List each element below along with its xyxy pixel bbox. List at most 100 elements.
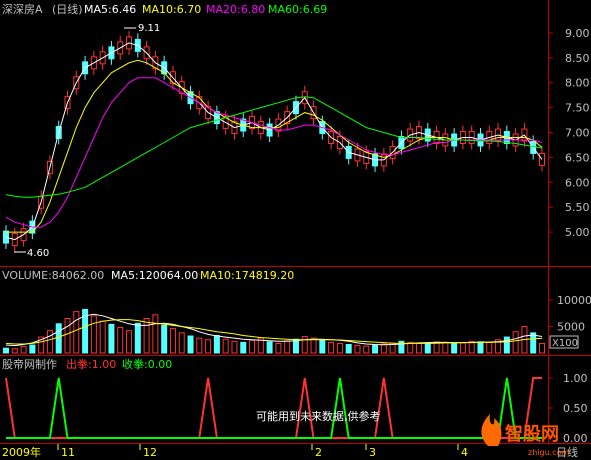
volume-bar: [231, 340, 238, 354]
volume-bar: [512, 331, 519, 354]
volume-bar: [336, 342, 343, 354]
frame: [0, 0, 591, 444]
volume-bar: [143, 318, 150, 354]
price-tick-label: 7.00: [565, 127, 590, 140]
volume-bar: [152, 314, 159, 354]
volume-bar: [266, 341, 273, 354]
period-label: (日线): [52, 2, 83, 16]
price-tick-label: 5.00: [565, 226, 590, 239]
stock-chart: 9.00 8.50 8.00 7.50 7.00 6.50 6.00 5.50 5.00 100…: [0, 0, 591, 459]
x-axis-month-label: 11: [61, 446, 75, 459]
volume-bar: [319, 339, 326, 354]
volume-bar: [539, 342, 545, 354]
volume-bar: [46, 330, 53, 354]
volume-bar: [275, 342, 282, 354]
ma60-label: MA60:6.69: [268, 3, 327, 16]
stock-name: 深深房A: [2, 3, 43, 16]
low-price-label: 4.60: [27, 248, 49, 259]
x-axis-year: 2009年: [2, 445, 41, 459]
volume-bar: [310, 337, 317, 354]
volume-bar: [3, 347, 9, 354]
volume-panel: 10000 5000: [3, 294, 591, 354]
high-price-label: 9.11: [138, 23, 160, 34]
price-tick-label: 6.00: [565, 176, 590, 189]
x-axis-month-label: 12: [143, 446, 157, 459]
ma-line-ma60: [5, 96, 543, 198]
volume-bar: [424, 342, 431, 354]
ma10-label: MA10:6.70: [142, 3, 201, 16]
price-panel: 9.00 8.50 8.00 7.50 7.00 6.50 6.00 5.50 5.00: [3, 27, 590, 252]
indicator-back-label: 收拳:0.00: [122, 357, 172, 371]
indicator-line-1: [6, 377, 542, 439]
volume-bar: [451, 342, 458, 354]
ma-line-ma10: [6, 59, 543, 233]
price-tick-label: 8.50: [565, 52, 590, 65]
volume-bar: [196, 337, 203, 354]
volume-bar: [222, 338, 229, 354]
volume-bar: [372, 344, 379, 354]
volume-bar: [64, 318, 71, 354]
volume-bar: [55, 323, 62, 354]
volume-bar: [503, 336, 510, 354]
volume-bar: [477, 341, 484, 354]
volume-bar: [415, 342, 422, 354]
volume-bar: [99, 320, 106, 354]
volume-bar: [11, 348, 18, 354]
volume-bar: [486, 341, 493, 354]
volume-bar: [442, 341, 449, 354]
volume-bar: [126, 330, 133, 354]
candle-body: [539, 152, 545, 166]
volume-bar: [205, 339, 212, 354]
volume-tick-label: 5000: [557, 320, 585, 333]
indicator-line-0: [5, 377, 542, 439]
indicator-tick-label: 0.50: [563, 402, 588, 415]
volume-scale-label: X100: [552, 338, 578, 349]
volume-bar: [117, 327, 124, 354]
watermark-url: zhigu.com: [528, 448, 569, 457]
indicator-tick-label: 0.00: [563, 432, 588, 445]
price-tick-label: 9.00: [565, 27, 590, 40]
volume-bar: [301, 336, 308, 354]
flame-logo-icon: [481, 414, 502, 446]
x-axis-months: 11 12 2 3 4: [57, 444, 468, 459]
volume-bar: [363, 345, 370, 354]
ma5-label: MA5:6.46: [84, 3, 136, 16]
volume-bar: [20, 346, 27, 354]
volume-bar: [134, 322, 141, 354]
x-axis-month-label: 4: [461, 446, 468, 459]
indicator-out-label: 出拳:1.00: [66, 357, 116, 371]
volume-bar: [213, 334, 220, 354]
price-tick-label: 7.50: [565, 102, 590, 115]
volume-bar: [178, 332, 185, 354]
volume-tick-label: 10000: [557, 294, 591, 307]
volume-ma5-label: MA5:120064.00: [111, 269, 198, 282]
price-tick-label: 6.50: [565, 151, 590, 164]
x-axis-month-label: 3: [369, 446, 376, 459]
x-axis-month-label: 2: [315, 446, 322, 459]
ma-line-ma20: [5, 77, 543, 228]
volume-bar: [284, 340, 291, 354]
indicator-tick-label: 1.00: [563, 372, 588, 385]
volume-bar: [530, 332, 537, 354]
watermark: 智股网 zhigu.com: [481, 414, 569, 457]
volume-bar: [29, 344, 36, 354]
volume-bar: [240, 341, 247, 354]
volume-label: VOLUME:84062.00: [2, 269, 104, 282]
volume-bar: [354, 345, 361, 354]
price-tick-label: 5.50: [565, 201, 590, 214]
volume-ma10-label: MA10:174819.20: [200, 269, 294, 282]
volume-bar: [328, 341, 335, 354]
volume-bar: [73, 311, 80, 354]
ma20-label: MA20:6.80: [206, 3, 265, 16]
indicator-note: 可能用到未来数据,供参考: [256, 409, 381, 423]
volume-bar: [169, 328, 176, 354]
volume-bar: [187, 335, 194, 354]
price-tick-label: 8.00: [565, 77, 590, 90]
indicator-name: 股帝网制作: [2, 357, 57, 371]
volume-bar: [345, 344, 352, 354]
volume-bar: [108, 323, 115, 354]
volume-bar: [249, 339, 256, 354]
volume-bar: [161, 324, 168, 354]
volume-bar: [459, 342, 466, 354]
volume-bar: [90, 315, 97, 354]
